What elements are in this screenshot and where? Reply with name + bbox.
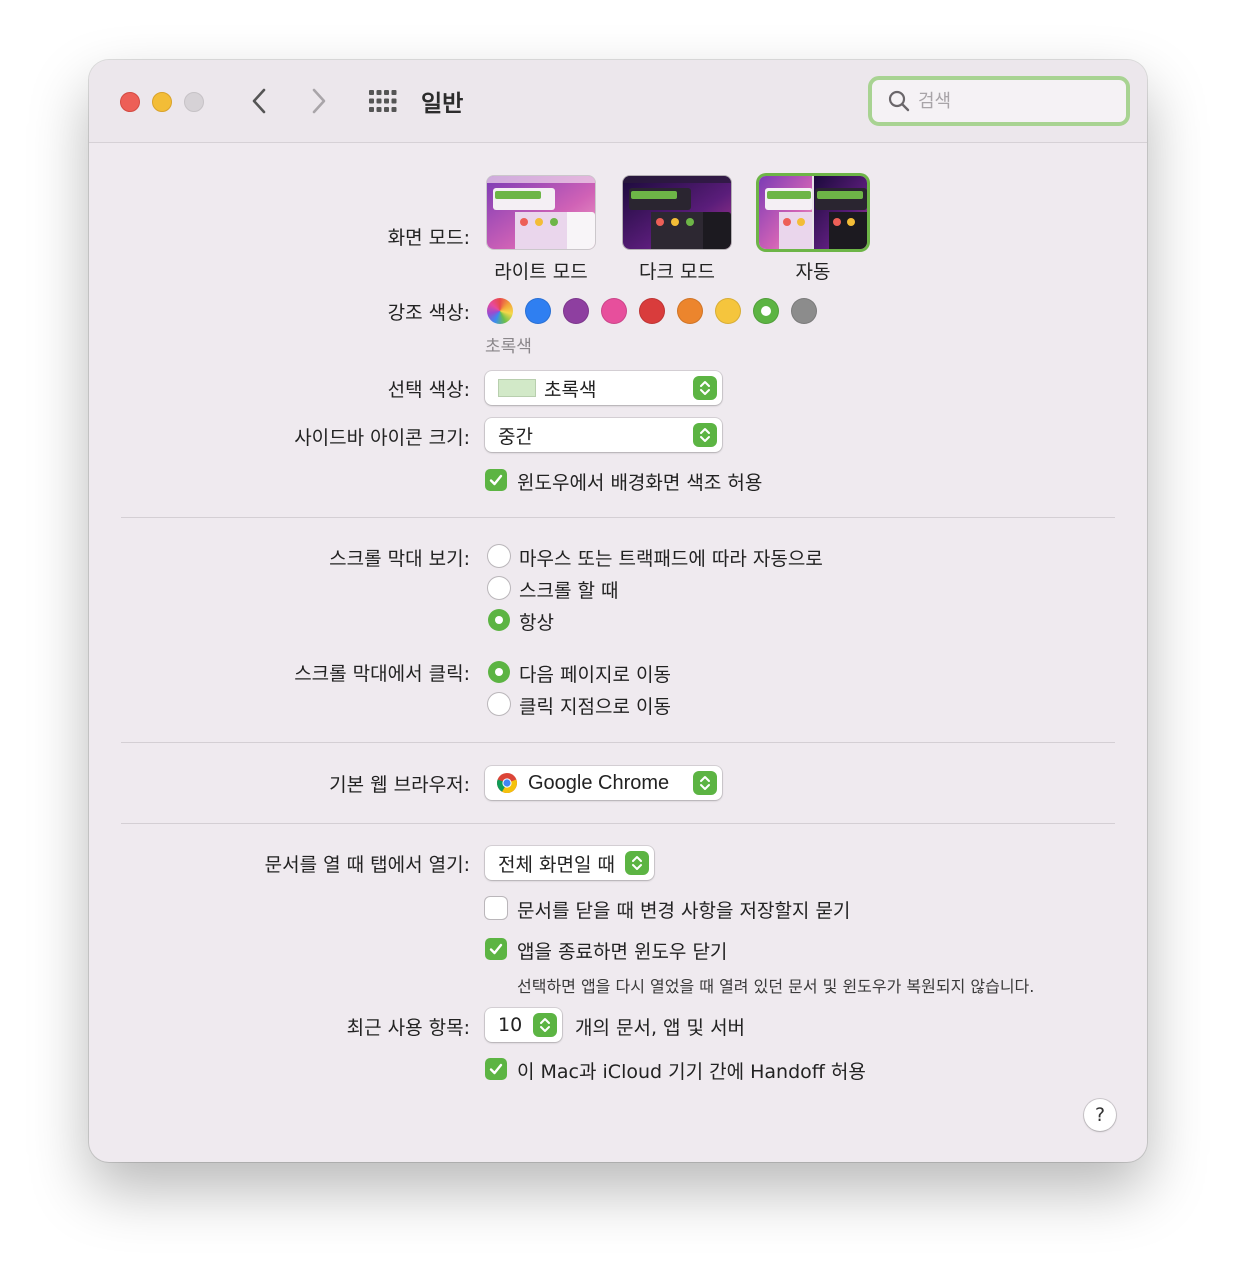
divider bbox=[121, 742, 1115, 743]
sidebar-icon-size-popup[interactable]: 중간 bbox=[485, 418, 722, 452]
close-window-button[interactable] bbox=[120, 92, 140, 112]
accent-yellow-swatch[interactable] bbox=[715, 298, 741, 324]
click-spot-label: 클릭 지점으로 이동 bbox=[519, 696, 671, 718]
checkmark-icon bbox=[489, 1063, 503, 1075]
help-icon: ? bbox=[1094, 1104, 1106, 1126]
scrollbars-always-radio[interactable] bbox=[488, 609, 510, 631]
appearance-auto-thumbnail[interactable] bbox=[759, 176, 867, 249]
popup-stepper-icon bbox=[625, 851, 649, 875]
popup-stepper-icon bbox=[693, 423, 717, 447]
accent-selected-name: 초록색 bbox=[485, 337, 532, 357]
back-button[interactable] bbox=[244, 86, 274, 116]
ask-keep-changes-checkbox[interactable] bbox=[485, 897, 507, 919]
close-windows-label: 앱을 종료하면 윈도우 닫기 bbox=[517, 941, 728, 963]
accent-graphite-swatch[interactable] bbox=[791, 298, 817, 324]
divider bbox=[121, 823, 1115, 824]
scrollbars-always-label: 항상 bbox=[519, 612, 554, 634]
window-title: 일반 bbox=[421, 91, 464, 117]
appearance-light-thumbnail[interactable] bbox=[487, 176, 595, 249]
search-icon bbox=[888, 90, 910, 112]
click-spot-radio[interactable] bbox=[488, 693, 510, 715]
accent-red-swatch[interactable] bbox=[639, 298, 665, 324]
scrollbars-automatic-radio[interactable] bbox=[488, 545, 510, 567]
search-field[interactable] bbox=[868, 76, 1130, 126]
accent-orange-swatch[interactable] bbox=[677, 298, 703, 324]
close-windows-checkbox[interactable] bbox=[485, 938, 507, 960]
ask-keep-changes-label: 문서를 닫을 때 변경 사항을 저장할지 묻기 bbox=[517, 900, 851, 922]
accent-color-label: 강조 색상: bbox=[387, 302, 470, 324]
show-scrollbars-label: 스크롤 막대 보기: bbox=[329, 548, 470, 570]
help-button[interactable]: ? bbox=[1084, 1099, 1116, 1131]
appearance-label: 화면 모드: bbox=[387, 227, 470, 249]
accent-pink-swatch[interactable] bbox=[601, 298, 627, 324]
minimize-window-button[interactable] bbox=[152, 92, 172, 112]
close-windows-note: 선택하면 앱을 다시 열었을 때 열려 있던 문서 및 윈도우가 복원되지 않습… bbox=[517, 977, 1035, 996]
checkmark-icon bbox=[489, 474, 503, 486]
click-scrollbar-label: 스크롤 막대에서 클릭: bbox=[294, 663, 470, 685]
scrollbars-when-scrolling-label: 스크롤 할 때 bbox=[519, 580, 619, 602]
default-browser-value: Google Chrome bbox=[528, 771, 670, 794]
highlight-color-swatch bbox=[498, 379, 536, 397]
handoff-checkbox[interactable] bbox=[485, 1058, 507, 1080]
system-preferences-window: 일반 화면 모드: bbox=[89, 60, 1147, 1162]
prefer-tabs-label: 문서를 열 때 탭에서 열기: bbox=[264, 854, 470, 876]
prefer-tabs-value: 전체 화면일 때 bbox=[498, 853, 615, 876]
titlebar: 일반 bbox=[89, 60, 1147, 143]
popup-stepper-icon bbox=[533, 1013, 557, 1037]
scrollbars-automatic-label: 마우스 또는 트랙패드에 따라 자동으로 bbox=[519, 548, 823, 570]
accent-green-swatch[interactable] bbox=[753, 298, 779, 324]
appearance-dark-label: 다크 모드 bbox=[639, 261, 715, 283]
search-input[interactable] bbox=[918, 90, 1118, 112]
highlight-color-label: 선택 색상: bbox=[387, 379, 470, 401]
sidebar-icon-size-label: 사이드바 아이콘 크기: bbox=[294, 427, 470, 449]
highlight-color-value: 초록색 bbox=[544, 378, 597, 401]
accent-multicolor-swatch[interactable] bbox=[487, 298, 513, 324]
wallpaper-tinting-checkbox[interactable] bbox=[485, 469, 507, 491]
recent-items-suffix: 개의 문서, 앱 및 서버 bbox=[575, 1017, 746, 1039]
show-all-button[interactable] bbox=[367, 87, 399, 115]
click-next-page-radio[interactable] bbox=[488, 661, 510, 683]
wallpaper-tinting-label: 윈도우에서 배경화면 색조 허용 bbox=[517, 472, 763, 494]
default-browser-label: 기본 웹 브라우저: bbox=[329, 774, 470, 796]
chevron-left-icon bbox=[252, 88, 266, 114]
divider bbox=[121, 517, 1115, 518]
click-next-page-label: 다음 페이지로 이동 bbox=[519, 664, 671, 686]
chrome-icon bbox=[497, 773, 517, 794]
chevron-right-icon bbox=[312, 88, 326, 114]
handoff-label: 이 Mac과 iCloud 기기 간에 Handoff 허용 bbox=[517, 1061, 866, 1083]
scrollbars-when-scrolling-radio[interactable] bbox=[488, 577, 510, 599]
accent-blue-swatch[interactable] bbox=[525, 298, 551, 324]
appearance-light-label: 라이트 모드 bbox=[494, 261, 588, 283]
recent-items-value: 10 bbox=[498, 1014, 523, 1036]
zoom-window-button[interactable] bbox=[184, 92, 204, 112]
default-browser-popup[interactable]: Google Chrome bbox=[485, 766, 722, 800]
checkmark-icon bbox=[489, 943, 503, 955]
forward-button[interactable] bbox=[304, 86, 334, 116]
accent-purple-swatch[interactable] bbox=[563, 298, 589, 324]
recent-items-popup[interactable]: 10 bbox=[485, 1008, 562, 1042]
highlight-color-popup[interactable]: 초록색 bbox=[485, 371, 722, 405]
prefer-tabs-popup[interactable]: 전체 화면일 때 bbox=[485, 846, 654, 880]
appearance-auto-label: 자동 bbox=[795, 261, 831, 283]
popup-stepper-icon bbox=[693, 376, 717, 400]
popup-stepper-icon bbox=[693, 771, 717, 795]
sidebar-icon-size-value: 중간 bbox=[498, 425, 533, 448]
grid-icon bbox=[369, 90, 397, 112]
recent-items-label: 최근 사용 항목: bbox=[346, 1017, 470, 1039]
appearance-dark-thumbnail[interactable] bbox=[623, 176, 731, 249]
